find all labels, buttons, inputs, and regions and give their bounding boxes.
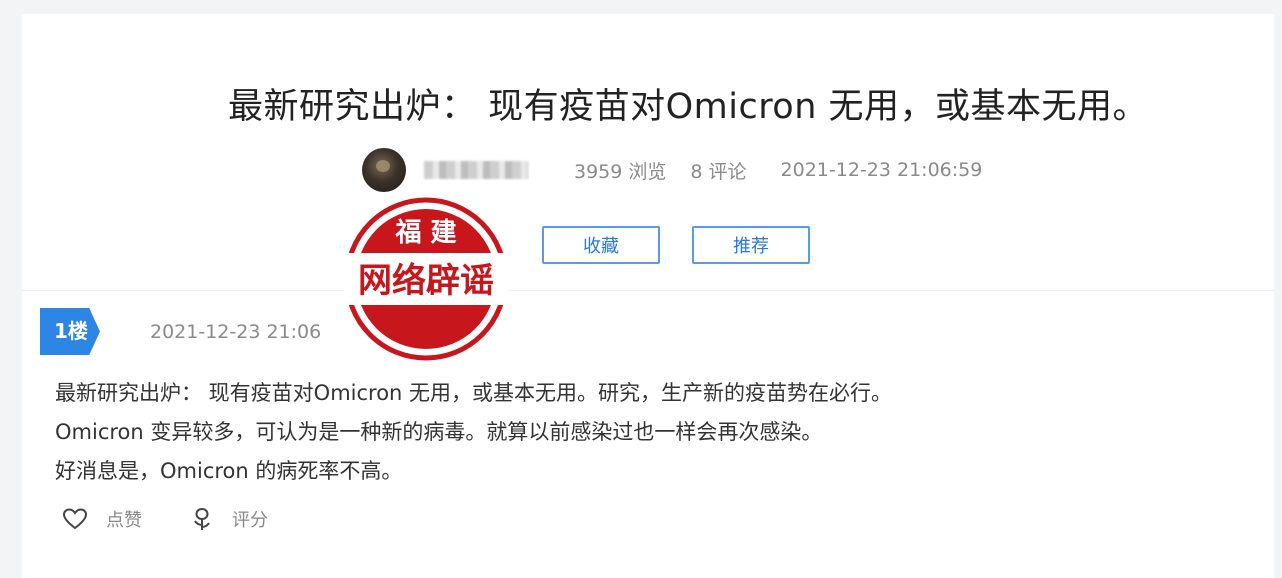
divider [22,290,1274,291]
rate-label: 评分 [232,510,268,531]
rate-button[interactable]: 评分 [190,506,268,532]
post-card: 最新研究出炉： 现有疫苗对Omicron 无用，或基本无用。 3959 浏览 8… [22,14,1274,578]
post-datetime: 2021-12-23 21:06:59 [780,159,983,181]
stamp-main-text: 网络辟谣 [358,261,494,301]
author-name-blurred[interactable] [424,161,528,179]
post-meta: 3959 浏览 8 评论 2021-12-23 21:06:59 [362,147,982,193]
rumor-debunk-stamp: 福 建 网络辟谣 [344,197,508,361]
flower-icon [194,507,210,530]
reply-line: 好消息是，Omicron 的病死率不高。 [55,459,403,483]
view-count: 3959 浏览 [574,160,667,183]
reply-datetime: 2021-12-23 21:06 [150,320,322,343]
post-title: 最新研究出炉： 现有疫苗对Omicron 无用，或基本无用。 [227,87,1149,127]
reply-actions: 点赞 评分 [62,506,268,532]
reply-header: 1楼 2021-12-23 21:06 [40,308,321,355]
avatar[interactable] [362,148,406,192]
favorite-button[interactable]: 收藏 [542,226,660,264]
reply-line: Omicron 变异较多，可认为是一种新的病毒。就算以前感染过也一样会再次感染。 [55,420,823,444]
stamp-top-text: 福 建 [394,218,456,248]
reply-body: 最新研究出炉： 现有疫苗对Omicron 无用，或基本无用。研究，生产新的疫苗势… [55,374,892,491]
heart-icon [62,508,88,530]
floor-badge: 1楼 [40,308,100,355]
recommend-button[interactable]: 推荐 [692,226,810,264]
reply-line: 最新研究出炉： 现有疫苗对Omicron 无用，或基本无用。研究，生产新的疫苗势… [55,381,893,405]
comment-count[interactable]: 8 评论 [690,157,746,184]
like-button[interactable]: 点赞 [62,506,142,532]
like-label: 点赞 [106,510,142,531]
